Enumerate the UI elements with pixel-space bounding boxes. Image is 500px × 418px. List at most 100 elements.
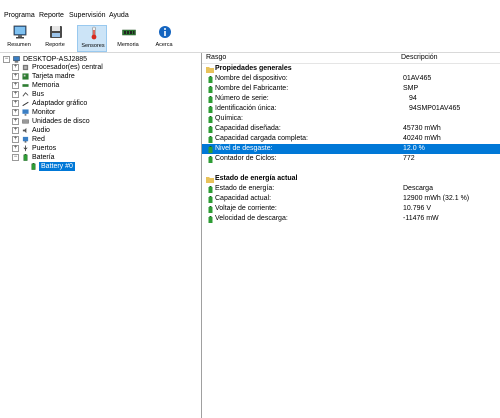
prop-value: Descarga [403, 185, 433, 192]
prop-value: 40240 mWh [403, 135, 441, 142]
memoria-button[interactable]: Memoria [113, 25, 143, 52]
expand-icon[interactable]: + [12, 91, 19, 98]
expand-icon[interactable]: + [12, 64, 19, 71]
collapse-icon[interactable]: − [3, 56, 10, 63]
toolbar: Resumen Reporte Sensores Memoria Acerca [0, 23, 500, 53]
tree-item-label: Memoria [32, 82, 60, 89]
expand-icon[interactable]: + [12, 127, 19, 134]
tree-item-audio[interactable]: + Audio [12, 126, 197, 135]
battery-icon [208, 196, 213, 203]
prop-name: Capacidad diseñada: [215, 125, 281, 132]
menu-programa[interactable]: Programa [4, 12, 35, 19]
column-header-rasgo[interactable]: Rasgo [206, 54, 226, 61]
battery-icon [208, 186, 213, 193]
info-icon [159, 26, 171, 38]
prop-name: Voltaje de corriente: [215, 205, 277, 212]
cpu-icon [22, 64, 29, 71]
network-icon [22, 136, 29, 143]
battery-icon [208, 96, 213, 103]
tree-item-label: Monitor [32, 109, 56, 116]
menu-supervision[interactable]: Supervisión [69, 12, 106, 19]
tree-item-procesador[interactable]: + Procesador(es) central [12, 63, 197, 72]
properties-list[interactable]: Rasgo Descripción Propiedades generales … [202, 53, 500, 418]
prop-row[interactable]: Voltaje de corriente: 10.796 V [202, 204, 500, 214]
memory-icon [22, 84, 29, 87]
prop-name: Contador de Ciclos: [215, 155, 277, 162]
battery-icon [23, 154, 28, 161]
battery-icon [208, 206, 213, 213]
collapse-icon[interactable]: − [12, 154, 19, 161]
prop-name: Capacidad actual: [215, 195, 272, 202]
acerca-button[interactable]: Acerca [149, 25, 179, 52]
prop-row[interactable]: Nombre del dispositivo: 01AV465 [202, 74, 500, 84]
speaker-icon [22, 127, 27, 134]
resumen-button[interactable]: Resumen [4, 25, 34, 52]
tree-item-puertos[interactable]: + Puertos [12, 144, 197, 153]
prop-name: Estado de energía: [215, 185, 275, 192]
battery-icon [31, 163, 36, 170]
tree-item-bus[interactable]: + Bus [12, 90, 197, 99]
prop-row[interactable]: Número de serie: 94 [202, 94, 500, 104]
tree-item-label: Battery #0 [39, 162, 75, 171]
prop-row[interactable]: Velocidad de descarga: -11476 mW [202, 214, 500, 224]
sensores-button[interactable]: Sensores [77, 25, 107, 52]
prop-name: Química: [215, 115, 244, 122]
menu-ayuda[interactable]: Ayuda [109, 12, 129, 19]
prop-row[interactable]: Química: [202, 114, 500, 124]
disk-icon [22, 119, 29, 124]
section-propiedades-generales: Propiedades generales [202, 64, 500, 74]
expand-icon[interactable]: + [12, 145, 19, 152]
tree-item-monitor[interactable]: + Monitor [12, 108, 197, 117]
tree-item-label: Puertos [32, 145, 57, 152]
prop-row[interactable]: Identificación única: 94SMP01AV465 [202, 104, 500, 114]
expand-icon[interactable]: + [12, 136, 19, 143]
battery-icon [208, 106, 213, 113]
prop-row-selected[interactable]: Nivel de desgaste: 12.0 % [202, 144, 500, 154]
prop-name: Nombre del Fabricante: [215, 85, 289, 92]
expand-icon[interactable]: + [12, 118, 19, 125]
prop-row[interactable]: Capacidad cargada completa: 40240 mWh [202, 134, 500, 144]
tree-item-unidades-disco[interactable]: + Unidades de disco [12, 117, 197, 126]
section-title: Propiedades generales [215, 65, 292, 72]
prop-row[interactable]: Capacidad diseñada: 45730 mWh [202, 124, 500, 134]
tree-item-tarjeta-madre[interactable]: + Tarjeta madre [12, 72, 197, 81]
prop-value: 94SMP01AV465 [409, 105, 461, 112]
tree-item-memoria[interactable]: + Memoria [12, 81, 197, 90]
battery-icon [208, 126, 213, 133]
prop-row[interactable]: Estado de energía: Descarga [202, 184, 500, 194]
graphics-card-icon [22, 101, 29, 107]
menu-reporte[interactable]: Reporte [39, 12, 64, 19]
prop-value: 772 [403, 155, 415, 162]
prop-value: 94 [409, 95, 417, 102]
floppy-icon [50, 26, 62, 38]
folder-icon [206, 177, 214, 183]
title-bar [0, 0, 500, 9]
resumen-label: Resumen [7, 42, 31, 48]
prop-value: 01AV465 [403, 75, 432, 82]
acerca-label: Acerca [155, 42, 173, 48]
section-estado-energia: Estado de energía actual [202, 174, 500, 184]
tree-item-label: Tarjeta madre [32, 73, 75, 80]
prop-row[interactable]: Capacidad actual: 12900 mWh (32.1 %) [202, 194, 500, 204]
tree-item-red[interactable]: + Red [12, 135, 197, 144]
expand-icon[interactable]: + [12, 100, 19, 107]
prop-name: Nivel de desgaste: [215, 145, 273, 152]
expand-icon[interactable]: + [12, 109, 19, 116]
device-tree[interactable]: − DESKTOP-ASJ2885 + Procesador(es) centr… [0, 53, 202, 418]
expand-icon[interactable]: + [12, 73, 19, 80]
prop-name: Capacidad cargada completa: [215, 135, 309, 142]
prop-name: Velocidad de descarga: [215, 215, 288, 222]
prop-row[interactable]: Contador de Ciclos: 772 [202, 154, 500, 164]
tree-item-adaptador-grafico[interactable]: + Adaptador gráfico [12, 99, 197, 108]
battery-icon [208, 216, 213, 223]
expand-icon[interactable]: + [12, 82, 19, 89]
prop-value: -11476 mW [403, 215, 439, 222]
tree-item-battery-0[interactable]: Battery #0 [30, 162, 90, 171]
monitor-icon [22, 109, 29, 116]
reporte-button[interactable]: Reporte [40, 25, 70, 52]
column-header-descripcion[interactable]: Descripción [401, 54, 438, 61]
prop-value: 10.796 V [403, 205, 432, 212]
prop-row[interactable]: Nombre del Fabricante: SMP [202, 84, 500, 94]
tree-item-bateria[interactable]: − Batería [12, 153, 197, 162]
memory-icon [122, 29, 136, 36]
